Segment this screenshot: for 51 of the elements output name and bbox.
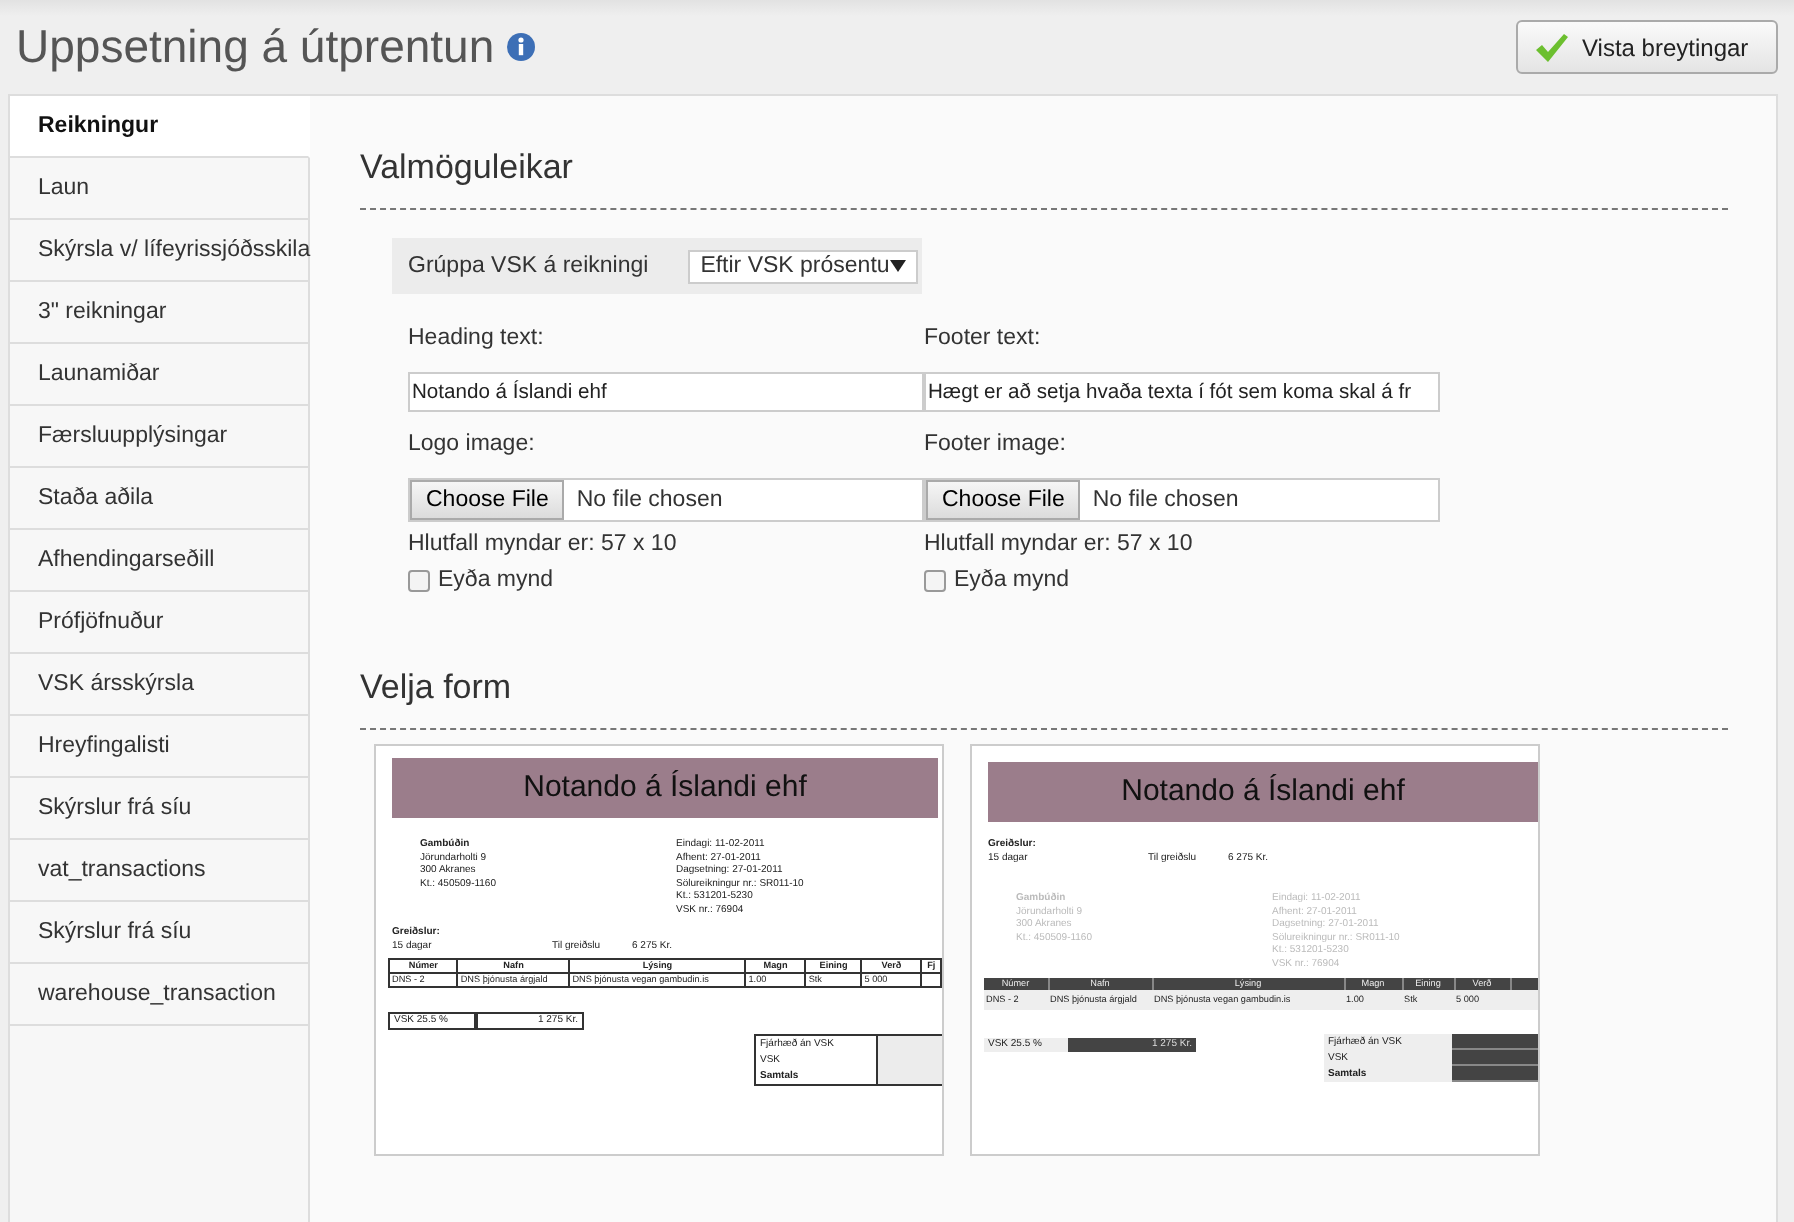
image-ratio-text: Hlutfall myndar er: 57 x 10 (408, 532, 679, 556)
sidebar-item[interactable]: Skýrsla v/ lífeyrissjóðsskila (10, 220, 310, 282)
sidebar-item[interactable]: Skýrslur frá síu (10, 778, 310, 840)
choose-file-button[interactable]: Choose File (410, 480, 565, 520)
sidebar-item[interactable]: Laun (10, 158, 310, 220)
sidebar-item[interactable]: 3" reikningar (10, 282, 310, 344)
sidebar-item[interactable]: vat_transactions (10, 840, 310, 902)
checkbox-label: Eyða mynd (954, 568, 1070, 592)
sidebar-item[interactable]: Staða aðila (10, 468, 310, 530)
choose-file-button[interactable]: Choose File (926, 480, 1081, 520)
checkbox-label: Eyða mynd (438, 568, 554, 592)
sidebar-item[interactable]: Prófjöfnuður (10, 592, 310, 654)
table-cell (921, 972, 941, 987)
field-label: Footer image: (924, 432, 1068, 460)
field-label: Heading text: (408, 326, 546, 354)
sidebar-item[interactable]: VSK ársskýrsla (10, 654, 310, 716)
invoice-heading: Notando á Íslandi ehf (1121, 772, 1405, 812)
group-vat-label: Grúppa VSK á reikningi (408, 254, 649, 278)
sidebar-item[interactable]: warehouse_transaction (10, 964, 310, 1026)
save-button[interactable]: Vista breytingar (1516, 20, 1778, 74)
file-status: No file chosen (1092, 488, 1239, 512)
info-icon[interactable] (506, 32, 537, 62)
section-heading: Velja form (360, 668, 514, 710)
sidebar-item[interactable]: Færsluupplýsingar (10, 406, 310, 468)
field-label: Logo image: (408, 432, 537, 460)
totals-amount-cell (1452, 1033, 1538, 1050)
sidebar-item[interactable]: Reikningur (10, 96, 310, 158)
field-label: Footer text: (924, 326, 1043, 354)
file-field[interactable]: Choose File No file chosen (408, 478, 924, 522)
sidebar-item[interactable]: Afhendingarseðill (10, 530, 310, 592)
invoice-heading: Notando á Íslandi ehf (523, 768, 807, 808)
sidebar-item[interactable]: Launamiðar (10, 344, 310, 406)
image-ratio-text: Hlutfall myndar er: 57 x 10 (924, 532, 1195, 556)
invoice-template[interactable] (374, 744, 944, 1156)
section-heading: Valmöguleikar (360, 148, 575, 190)
file-field[interactable]: Choose File No file chosen (924, 478, 1440, 522)
dropdown-arrow-icon (889, 260, 906, 272)
page-title: Uppsetning á útprentun (16, 20, 495, 74)
table-cell (1510, 989, 1538, 1010)
checkbox[interactable] (924, 569, 946, 591)
group-vat-dropdown[interactable]: Eftir VSK prósentu (688, 249, 918, 283)
checkmark-icon (1534, 31, 1570, 63)
invoice-template[interactable] (970, 744, 1540, 1156)
checkbox[interactable] (408, 569, 430, 591)
sidebar-item[interactable]: Hreyfingalisti (10, 716, 310, 778)
input-field[interactable]: Notando á Íslandi ehf (408, 372, 924, 412)
file-status: No file chosen (576, 488, 723, 512)
column-header (1510, 978, 1538, 990)
sidebar-item[interactable]: Skýrslur frá síu (10, 902, 310, 964)
totals-amount-cell (876, 1035, 942, 1052)
input-field[interactable]: Hægt er að setja hvaða texta í fót sem koma skal á fr (924, 372, 1440, 412)
